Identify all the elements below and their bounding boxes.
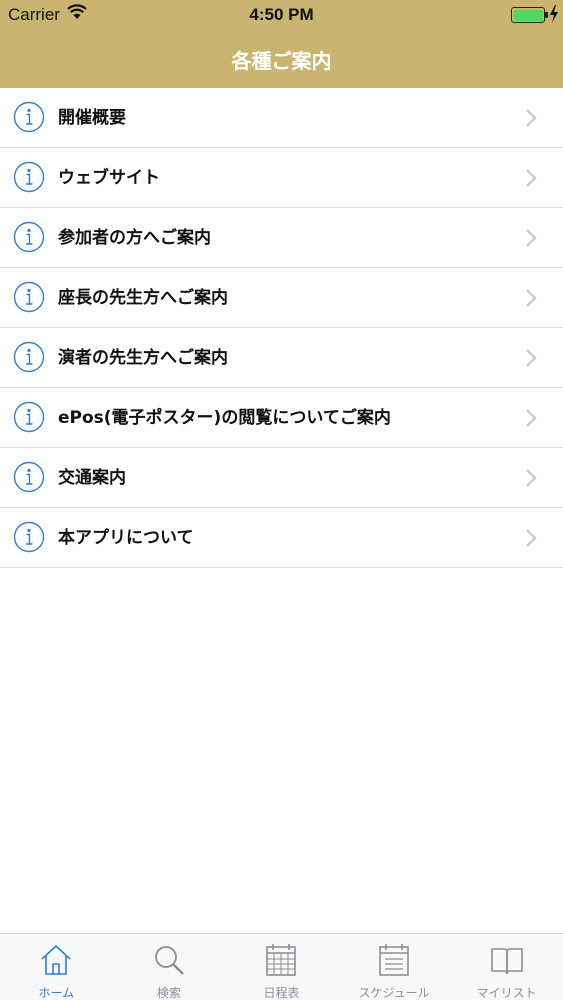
menu-item-label: 座長の先生方へご案内 bbox=[58, 288, 228, 308]
info-icon bbox=[13, 461, 45, 493]
menu-item-access[interactable]: 交通案内 bbox=[0, 448, 563, 508]
home-icon bbox=[41, 944, 71, 975]
tab-label: 日程表 bbox=[263, 986, 300, 1000]
chevron-right-icon bbox=[526, 169, 537, 187]
charging-bolt-icon bbox=[550, 5, 558, 23]
menu-item-about-app[interactable]: 本アプリについて bbox=[0, 508, 563, 568]
tab-schedule[interactable]: スケジュール bbox=[338, 934, 451, 1000]
tab-label: マイリスト bbox=[476, 986, 537, 1000]
nav-bar: 各種ご案内 bbox=[0, 30, 563, 88]
book-icon bbox=[490, 948, 523, 975]
tab-label: 検索 bbox=[156, 986, 181, 1000]
menu-item-label: 参加者の方へご案内 bbox=[58, 228, 211, 248]
menu-item-speakers[interactable]: 演者の先生方へご案内 bbox=[0, 328, 563, 388]
info-icon bbox=[13, 281, 45, 313]
menu-item-label: 開催概要 bbox=[58, 108, 126, 128]
tab-bar: ホーム 検索 日程表 スケジュール マイリスト bbox=[0, 933, 563, 1000]
page-title: 各種ご案内 bbox=[231, 48, 332, 73]
info-icon bbox=[13, 161, 45, 193]
status-bar: Carrier 4:50 PM bbox=[0, 0, 563, 30]
info-icon bbox=[13, 221, 45, 253]
menu-item-epos[interactable]: ePos(電子ポスター)の閲覧についてご案内 bbox=[0, 388, 563, 448]
tab-mylist[interactable]: マイリスト bbox=[450, 934, 563, 1000]
schedule-list-icon bbox=[379, 944, 409, 976]
info-icon bbox=[13, 101, 45, 133]
chevron-right-icon bbox=[526, 469, 537, 487]
tab-home[interactable]: ホーム bbox=[0, 934, 113, 1000]
info-icon bbox=[13, 521, 45, 553]
tab-label: ホーム bbox=[38, 986, 75, 1000]
menu-item-participants[interactable]: 参加者の方へご案内 bbox=[0, 208, 563, 268]
chevron-right-icon bbox=[526, 409, 537, 427]
menu-item-label: ウェブサイト bbox=[58, 168, 160, 188]
menu-item-label: 演者の先生方へご案内 bbox=[58, 348, 228, 368]
chevron-right-icon bbox=[526, 289, 537, 307]
clock-time: 4:50 PM bbox=[249, 5, 314, 24]
tab-label: スケジュール bbox=[358, 986, 430, 1000]
chevron-right-icon bbox=[526, 229, 537, 247]
tab-search[interactable]: 検索 bbox=[113, 934, 226, 1000]
battery-icon bbox=[511, 7, 545, 23]
menu-item-website[interactable]: ウェブサイト bbox=[0, 148, 563, 208]
menu-item-overview[interactable]: 開催概要 bbox=[0, 88, 563, 148]
calendar-icon bbox=[266, 944, 297, 976]
battery-tip bbox=[545, 12, 548, 18]
menu-item-label: ePos(電子ポスター)の閲覧についてご案内 bbox=[58, 408, 391, 428]
menu-item-label: 本アプリについて bbox=[58, 528, 194, 548]
chevron-right-icon bbox=[526, 529, 537, 547]
tab-timetable[interactable]: 日程表 bbox=[225, 934, 338, 1000]
search-icon bbox=[154, 946, 184, 975]
info-icon bbox=[13, 401, 45, 433]
menu-item-label: 交通案内 bbox=[58, 468, 126, 488]
info-icon bbox=[13, 341, 45, 373]
chevron-right-icon bbox=[526, 109, 537, 127]
menu-item-chairs[interactable]: 座長の先生方へご案内 bbox=[0, 268, 563, 328]
info-menu-list: 開催概要 ウェブサイト 参加者の方へご案内 座長の先生方へご案内 演者の先生方へ… bbox=[0, 88, 563, 568]
chevron-right-icon bbox=[526, 349, 537, 367]
